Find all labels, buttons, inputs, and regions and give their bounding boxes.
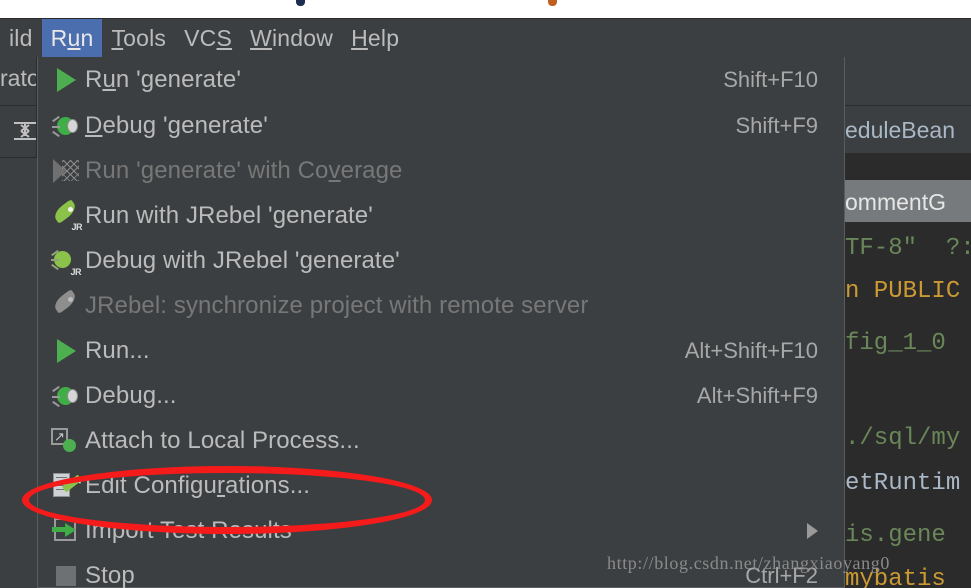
menu-item-shortcut: Shift+F9 [735, 112, 818, 138]
editor-code-line: is.gene [845, 522, 946, 549]
menubar-item-build[interactable]: ild [0, 19, 42, 58]
menu-item-label: Run... [85, 336, 150, 364]
jrebel-debug-icon: JR [47, 241, 85, 281]
menubar-item-tools[interactable]: Tools [102, 19, 175, 58]
menu-item-label: Run 'generate' with Coverage [85, 156, 403, 184]
menu-item-edit-configurations[interactable]: Edit Configurations... [38, 463, 844, 508]
submenu-arrow-icon [807, 522, 818, 539]
run-icon [47, 331, 85, 371]
stop-icon [47, 556, 85, 588]
screenshot-root: eduleBean ommentG TF-8" ?: n PUBLIC fig_… [0, 0, 971, 588]
menubar-item-vcs[interactable]: VCS [175, 19, 241, 58]
menu-item-jrebel-sync: JRebel: synchronize project with remote … [38, 283, 844, 328]
menubar-item-help[interactable]: Help [342, 19, 408, 58]
editor-text-line-selected: ommentG [845, 189, 946, 215]
editor-text-line: eduleBean [845, 117, 955, 143]
editor-code-line: etRuntim [845, 470, 961, 497]
jrebel-run-icon: JR [47, 196, 85, 236]
menu-item-run-with-jrebel[interactable]: JR Run with JRebel 'generate' [38, 193, 844, 238]
text-descender-fragment [548, 0, 557, 6]
debug-icon [47, 106, 85, 146]
menu-item-shortcut: Shift+F10 [723, 67, 818, 92]
menubar-item-run[interactable]: Run [41, 18, 103, 58]
window-top-edge [0, 0, 971, 18]
menu-item-label: Attach to Local Process... [85, 426, 360, 454]
menu-item-import-test-results[interactable]: Import Test Results [38, 508, 844, 553]
collapse-expand-button[interactable] [0, 106, 37, 158]
editor-code-line: n PUBLIC [845, 278, 961, 305]
debug-icon [47, 376, 85, 416]
editor-code-line: ./sql/my [845, 425, 961, 452]
menu-item-shortcut: Alt+Shift+F10 [684, 337, 818, 363]
menu-item-attach-to-local-process[interactable]: ↗ Attach to Local Process... [38, 418, 844, 463]
menubar-item-window[interactable]: Window [241, 19, 342, 58]
menu-item-label: Import Test Results [85, 516, 292, 544]
editor-tab-strip [845, 57, 971, 106]
editor-code-line: TF-8" ?: [845, 235, 971, 262]
collapse-expand-icon [14, 118, 36, 144]
menu-item-label: JRebel: synchronize project with remote … [85, 291, 589, 319]
menu-item-label: Debug with JRebel 'generate' [85, 246, 400, 274]
menu-item-run-dialog[interactable]: Run... Alt+Shift+F10 [38, 328, 844, 373]
menubar-label: ild [9, 24, 33, 51]
menu-item-run-generate[interactable]: Run 'generate' Shift+F10 [38, 57, 844, 103]
import-icon [47, 511, 85, 551]
menu-item-shortcut: Alt+Shift+F9 [696, 382, 818, 408]
menu-item-label: Debug... [85, 381, 177, 409]
main-menu-bar[interactable]: ild Run Tools VCS Window Help [0, 18, 971, 58]
coverage-icon [47, 151, 85, 191]
run-menu-popup[interactable]: Run 'generate' Shift+F10 Debug 'generate… [37, 57, 845, 588]
left-toolbar-label-box: rato [0, 57, 37, 106]
menu-item-debug-dialog[interactable]: Debug... Alt+Shift+F9 [38, 373, 844, 418]
edit-config-icon [47, 466, 85, 506]
menu-item-label: Stop [85, 561, 135, 588]
editor-code-line: fig_1_0 [845, 330, 946, 357]
left-toolbar-label: rato [0, 65, 37, 91]
menu-item-debug-with-jrebel[interactable]: JR Debug with JRebel 'generate' [38, 238, 844, 283]
menu-item-run-with-coverage: Run 'generate' with Coverage [38, 148, 844, 193]
run-icon [47, 60, 85, 100]
text-descender-fragment [296, 0, 305, 6]
menu-item-debug-generate[interactable]: Debug 'generate' Shift+F9 [38, 103, 844, 148]
jrebel-sync-icon [47, 286, 85, 326]
menu-item-label: Edit Configurations... [85, 471, 310, 499]
attach-process-icon: ↗ [47, 421, 85, 461]
watermark-text: http://blog.csdn.net/zhangxiaoyang0 [607, 553, 890, 573]
menu-item-label: Debug 'generate' [85, 111, 268, 139]
menu-item-label: Run 'generate' [85, 66, 242, 93]
menu-item-label: Run with JRebel 'generate' [85, 201, 373, 229]
